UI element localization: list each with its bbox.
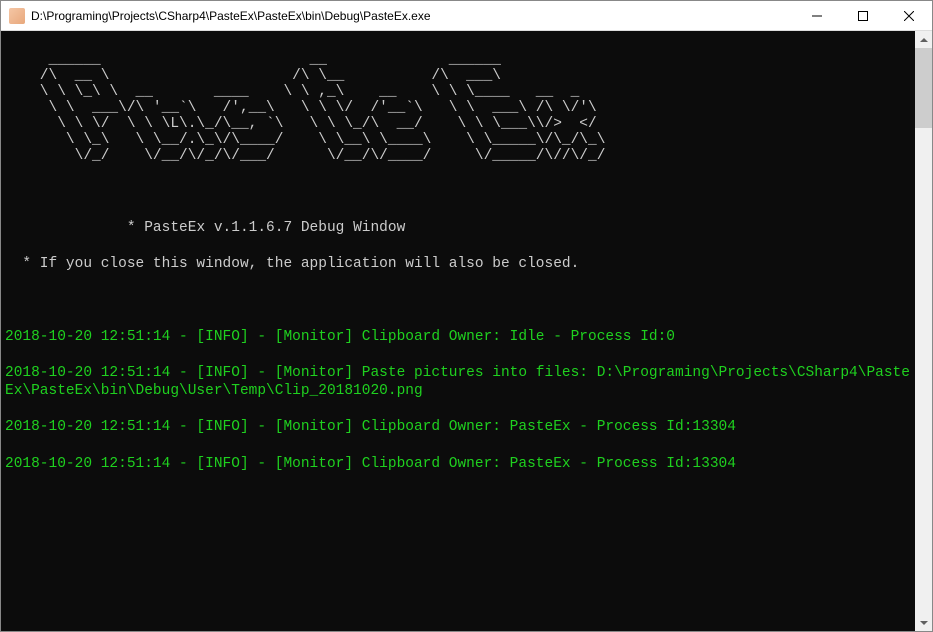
log-entry: 2018-10-20 12:51:14 - [INFO] - [Monitor]… xyxy=(5,418,915,436)
close-icon xyxy=(904,11,914,21)
blank-line-2 xyxy=(5,292,915,310)
chevron-up-icon xyxy=(920,36,928,44)
scroll-thumb[interactable] xyxy=(915,48,932,128)
scroll-up-button[interactable] xyxy=(915,31,932,48)
window-title: D:\Programing\Projects\CSharp4\PasteEx\P… xyxy=(31,9,794,23)
maximize-button[interactable] xyxy=(840,1,886,30)
chevron-down-icon xyxy=(920,619,928,627)
scroll-track[interactable] xyxy=(915,48,932,614)
ascii-art-banner: ______ __ ______ /\ __ \ /\ \__ /\ ___\ … xyxy=(5,53,915,165)
console-output[interactable]: ______ __ ______ /\ __ \ /\ \__ /\ ___\ … xyxy=(1,31,915,631)
maximize-icon xyxy=(858,11,868,21)
titlebar[interactable]: D:\Programing\Projects\CSharp4\PasteEx\P… xyxy=(1,1,932,31)
application-window: D:\Programing\Projects\CSharp4\PasteEx\P… xyxy=(0,0,933,632)
app-icon xyxy=(9,8,25,24)
version-line: * PasteEx v.1.1.6.7 Debug Window xyxy=(5,219,915,237)
minimize-icon xyxy=(812,11,822,21)
log-entry: 2018-10-20 12:51:14 - [INFO] - [Monitor]… xyxy=(5,364,915,400)
minimize-button[interactable] xyxy=(794,1,840,30)
close-warning-line: * If you close this window, the applicat… xyxy=(5,255,915,273)
log-entry: 2018-10-20 12:51:14 - [INFO] - [Monitor]… xyxy=(5,455,915,473)
blank-line-1 xyxy=(5,183,915,201)
close-button[interactable] xyxy=(886,1,932,30)
log-entry: 2018-10-20 12:51:14 - [INFO] - [Monitor]… xyxy=(5,328,915,346)
vertical-scrollbar[interactable] xyxy=(915,31,932,631)
console-area: ______ __ ______ /\ __ \ /\ \__ /\ ___\ … xyxy=(1,31,932,631)
window-controls xyxy=(794,1,932,30)
scroll-down-button[interactable] xyxy=(915,614,932,631)
